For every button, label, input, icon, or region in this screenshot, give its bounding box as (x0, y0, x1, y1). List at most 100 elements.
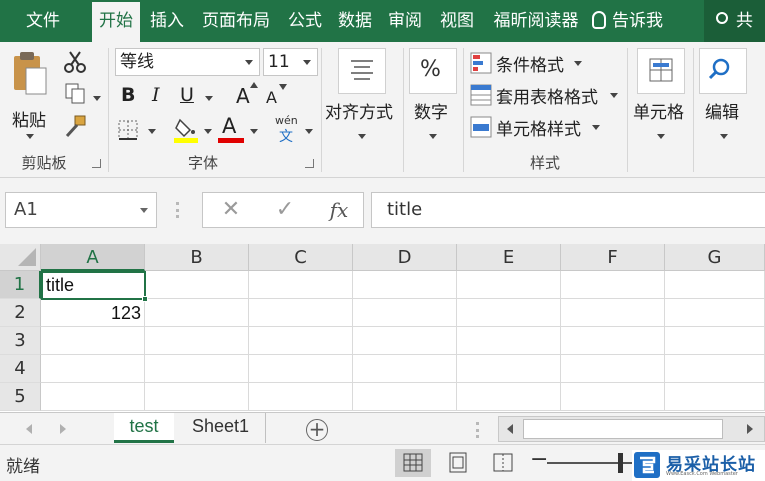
formula-input[interactable]: title (371, 192, 765, 228)
number-dropdown-icon[interactable] (429, 134, 437, 139)
cells-dropdown-icon[interactable] (657, 134, 665, 139)
column-header-g[interactable]: G (665, 244, 765, 271)
cell-g1[interactable] (665, 271, 765, 299)
cell-d5[interactable] (353, 383, 457, 411)
sheet-tab-test[interactable]: test (114, 413, 174, 443)
italic-button[interactable]: I (152, 84, 160, 106)
tab-file[interactable]: 文件 (0, 0, 86, 42)
format-as-table-button[interactable]: 套用表格格式 (470, 82, 620, 108)
zoom-out-button[interactable]: − (530, 447, 548, 472)
cell-d4[interactable] (353, 355, 457, 383)
borders-button[interactable] (118, 120, 140, 142)
cell-b1[interactable] (145, 271, 249, 299)
copy-dropdown-icon[interactable] (93, 96, 101, 101)
share-button[interactable]: 共 (704, 0, 765, 42)
grip-icon[interactable] (176, 202, 179, 218)
cell-e4[interactable] (457, 355, 561, 383)
row-header-4[interactable]: 4 (0, 355, 41, 383)
page-break-view-button[interactable] (485, 449, 521, 477)
editing-button[interactable] (699, 48, 747, 94)
zoom-slider[interactable] (547, 462, 637, 464)
decrease-font-size-button[interactable]: A (266, 88, 277, 107)
conditional-formatting-button[interactable]: 条件格式 (470, 50, 620, 76)
normal-view-button[interactable] (395, 449, 431, 477)
tab-data[interactable]: 数据 (334, 0, 376, 42)
tab-foxit-reader[interactable]: 福昕阅读器 (486, 0, 586, 42)
alignment-button[interactable] (338, 48, 386, 94)
font-color-dropdown-icon[interactable] (250, 129, 258, 134)
cell-a4[interactable] (41, 355, 145, 383)
cell-c2[interactable] (249, 299, 353, 327)
fill-color-dropdown-icon[interactable] (204, 129, 212, 134)
row-header-5[interactable]: 5 (0, 383, 41, 411)
cell-f4[interactable] (561, 355, 665, 383)
cell-b4[interactable] (145, 355, 249, 383)
phonetic-guide-button[interactable]: wén 文 (275, 114, 301, 146)
cell-f2[interactable] (561, 299, 665, 327)
tell-me-box[interactable]: 告诉我 (592, 0, 663, 42)
underline-button[interactable]: U (180, 84, 194, 106)
cell-f3[interactable] (561, 327, 665, 355)
font-size-combobox[interactable]: 11 (263, 48, 318, 76)
column-header-d[interactable]: D (353, 244, 457, 271)
increase-font-size-button[interactable]: A (236, 84, 250, 108)
add-sheet-button[interactable]: + (306, 419, 328, 441)
insert-function-button[interactable]: fx (319, 193, 359, 227)
name-box[interactable]: A1 (5, 192, 157, 228)
cell-e3[interactable] (457, 327, 561, 355)
font-color-button[interactable]: A (218, 114, 244, 144)
cell-a2[interactable]: 123 (41, 299, 145, 327)
alignment-dropdown-icon[interactable] (358, 134, 366, 139)
enter-formula-button[interactable]: ✓ (265, 193, 305, 227)
cells-button[interactable] (637, 48, 685, 94)
copy-button[interactable] (63, 82, 87, 106)
format-painter-button[interactable] (63, 114, 87, 138)
column-header-a[interactable]: A (41, 244, 145, 271)
cell-a5[interactable] (41, 383, 145, 411)
cell-c3[interactable] (249, 327, 353, 355)
cell-g3[interactable] (665, 327, 765, 355)
tab-formulas[interactable]: 公式 (284, 0, 326, 42)
cell-a3[interactable] (41, 327, 145, 355)
font-launcher-icon[interactable] (305, 159, 314, 168)
cell-a1[interactable]: title (41, 271, 146, 300)
column-header-c[interactable]: C (249, 244, 353, 271)
bold-button[interactable]: B (121, 84, 135, 106)
cell-styles-button[interactable]: 单元格样式 (470, 114, 620, 140)
scrollbar-thumb[interactable] (523, 419, 723, 439)
cell-e2[interactable] (457, 299, 561, 327)
editing-dropdown-icon[interactable] (720, 134, 728, 139)
tab-review[interactable]: 审阅 (384, 0, 426, 42)
borders-dropdown-icon[interactable] (148, 129, 156, 134)
cell-c1[interactable] (249, 271, 353, 299)
cut-button[interactable] (63, 50, 87, 74)
fill-color-button[interactable] (174, 116, 198, 144)
tab-page-layout[interactable]: 页面布局 (196, 0, 276, 42)
grip-icon[interactable] (476, 422, 479, 438)
column-header-e[interactable]: E (457, 244, 561, 271)
column-header-b[interactable]: B (145, 244, 249, 271)
select-all-button[interactable] (0, 244, 41, 271)
cell-b3[interactable] (145, 327, 249, 355)
fill-handle[interactable] (142, 296, 148, 302)
cell-d1[interactable] (353, 271, 457, 299)
paste-button[interactable]: 粘贴 (8, 50, 50, 131)
cell-g2[interactable] (665, 299, 765, 327)
previous-sheet-icon[interactable] (26, 424, 32, 434)
cell-d3[interactable] (353, 327, 457, 355)
horizontal-scrollbar[interactable] (498, 416, 765, 442)
cell-g4[interactable] (665, 355, 765, 383)
cell-g5[interactable] (665, 383, 765, 411)
cell-d2[interactable] (353, 299, 457, 327)
scroll-right-icon[interactable] (747, 424, 753, 434)
clipboard-launcher-icon[interactable] (92, 159, 101, 168)
cell-f5[interactable] (561, 383, 665, 411)
cell-b5[interactable] (145, 383, 249, 411)
number-format-button[interactable]: % (409, 48, 457, 94)
scroll-left-icon[interactable] (507, 424, 513, 434)
tab-insert[interactable]: 插入 (146, 0, 188, 42)
next-sheet-icon[interactable] (60, 424, 66, 434)
column-header-f[interactable]: F (561, 244, 665, 271)
cell-c4[interactable] (249, 355, 353, 383)
paste-dropdown-icon[interactable] (26, 134, 34, 139)
